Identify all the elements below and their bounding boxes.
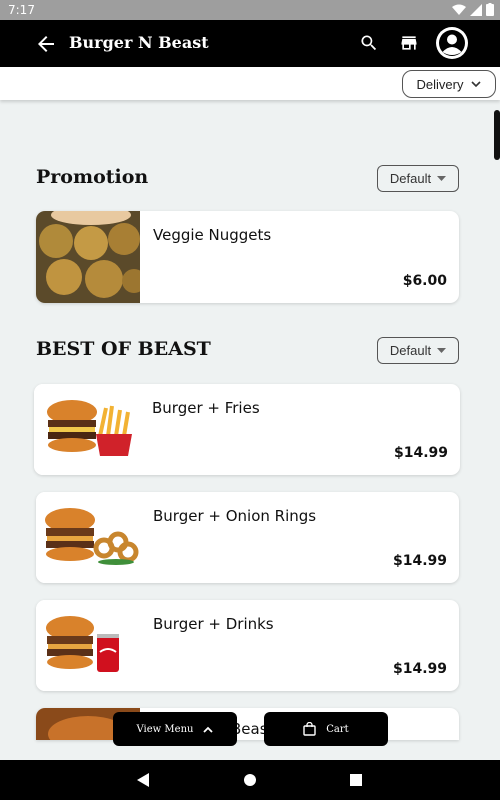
- menu-item-name: Veggie Nuggets: [153, 226, 272, 244]
- sort-dropdown-promotion[interactable]: Default: [377, 165, 459, 192]
- menu-item-price: $14.99: [393, 445, 448, 461]
- status-bar: 7:17: [0, 0, 500, 20]
- menu-item-card[interactable]: Beas: [36, 708, 459, 740]
- menu-item-price: $14.99: [392, 661, 447, 677]
- sort-label: Default: [389, 171, 432, 186]
- recents-square-icon[interactable]: [350, 774, 362, 786]
- veggie-nuggets-image: [36, 211, 140, 303]
- shopping-bag-icon: [303, 722, 316, 736]
- dropdown-arrow-icon: [437, 348, 447, 353]
- system-nav-bar: [0, 760, 500, 800]
- search-icon[interactable]: [359, 33, 379, 53]
- status-icons: [452, 3, 494, 16]
- back-triangle-icon[interactable]: [137, 773, 149, 787]
- order-mode-dropdown[interactable]: Delivery: [402, 70, 496, 98]
- account-icon[interactable]: [436, 27, 468, 59]
- home-circle-icon[interactable]: [244, 774, 256, 786]
- view-menu-button[interactable]: View Menu: [113, 712, 237, 746]
- store-icon[interactable]: [399, 33, 419, 53]
- sort-dropdown-best-of-beast[interactable]: Default: [377, 337, 459, 364]
- dropdown-arrow-icon: [437, 176, 447, 181]
- menu-item-price: $14.99: [392, 553, 447, 569]
- menu-item-price: $6.00: [402, 273, 447, 289]
- section-title-promotion: Promotion: [36, 166, 149, 188]
- battery-icon: [486, 3, 494, 16]
- cart-button[interactable]: Cart: [264, 712, 388, 746]
- order-mode-bar: Delivery: [0, 67, 500, 100]
- app-bar: Burger N Beast: [0, 20, 500, 67]
- view-menu-label: View Menu: [136, 723, 194, 735]
- burger-fries-image: [34, 384, 144, 475]
- menu-item-name: Burger + Drinks: [153, 615, 274, 633]
- menu-item-card[interactable]: Burger + Onion Rings $14.99: [36, 492, 459, 583]
- chevron-up-icon: [203, 726, 214, 733]
- status-time: 7:17: [8, 3, 35, 17]
- menu-item-card[interactable]: Veggie Nuggets $6.00: [36, 211, 459, 303]
- cart-label: Cart: [326, 723, 349, 735]
- chevron-down-icon: [471, 80, 482, 87]
- back-arrow-icon[interactable]: [34, 32, 58, 56]
- section-title-best-of-beast: BEST OF BEAST: [36, 338, 211, 360]
- wifi-icon: [452, 4, 466, 15]
- menu-item-card[interactable]: Burger + Fries $14.99: [34, 384, 460, 475]
- sort-label: Default: [389, 343, 432, 358]
- page-title: Burger N Beast: [69, 33, 209, 52]
- avatar: [439, 30, 465, 56]
- menu-item-name: Burger + Fries: [152, 399, 260, 417]
- order-mode-label: Delivery: [416, 76, 464, 92]
- burger-onion-rings-image: [36, 492, 146, 583]
- menu-item-card[interactable]: Burger + Drinks $14.99: [36, 600, 459, 691]
- menu-item-name: Burger + Onion Rings: [153, 507, 317, 525]
- scroll-indicator[interactable]: [494, 110, 500, 160]
- burger-drinks-image: [36, 600, 146, 691]
- signal-icon: [470, 3, 482, 16]
